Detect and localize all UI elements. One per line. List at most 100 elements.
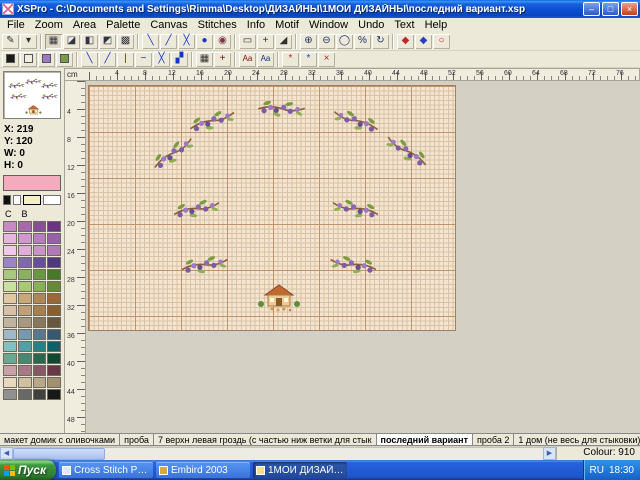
palette-swatch[interactable]: [47, 305, 61, 316]
design-canvas[interactable]: [88, 85, 456, 331]
quick-color-swatch[interactable]: [43, 195, 61, 205]
recent-color-4[interactable]: [56, 52, 73, 67]
title-bar[interactable]: XSPro - C:\Documents and Settings\Rimma\…: [0, 0, 640, 18]
palette-swatch[interactable]: [33, 257, 47, 268]
palette-swatch[interactable]: [47, 389, 61, 400]
palette-swatch[interactable]: [33, 341, 47, 352]
palette-swatch[interactable]: [18, 233, 32, 244]
taskbar-task[interactable]: Cross Stitch Pro...: [59, 462, 153, 478]
select-tool[interactable]: ▭: [239, 34, 256, 49]
selected-color-swatch[interactable]: [3, 175, 61, 191]
palette-swatch[interactable]: [18, 377, 32, 388]
palette-swatch[interactable]: [3, 377, 17, 388]
palette-swatch[interactable]: [3, 317, 17, 328]
palette-swatch[interactable]: [47, 317, 61, 328]
center-view-button[interactable]: +: [214, 52, 231, 67]
delete-color-button[interactable]: ×: [318, 52, 335, 67]
palette-swatch[interactable]: [3, 221, 17, 232]
move-tool[interactable]: +: [257, 34, 274, 49]
quick-color-swatch[interactable]: [3, 195, 11, 205]
recent-color-1[interactable]: [2, 52, 19, 67]
app-icon[interactable]: [2, 3, 14, 15]
thread-blue-icon[interactable]: ◆: [415, 34, 432, 49]
pattern-tab-2[interactable]: проба: [119, 433, 154, 446]
bead-tool[interactable]: ◉: [214, 34, 231, 49]
menu-stitches[interactable]: Stitches: [193, 19, 242, 31]
menu-info[interactable]: Info: [242, 19, 270, 31]
palette-swatch[interactable]: [3, 341, 17, 352]
palette-swatch[interactable]: [3, 233, 17, 244]
pattern-tab-5[interactable]: проба 2: [472, 433, 514, 446]
pencil-tool[interactable]: ✎: [2, 34, 19, 49]
palette-swatch[interactable]: [3, 257, 17, 268]
knot-blue-icon[interactable]: *: [300, 52, 317, 67]
scrollbar-track[interactable]: [13, 447, 543, 460]
menu-zoom[interactable]: Zoom: [30, 19, 68, 31]
zoom-percent-tool[interactable]: %: [354, 34, 371, 49]
french-knot-tool[interactable]: ●: [196, 34, 213, 49]
palette-swatch[interactable]: [33, 221, 47, 232]
palette-swatch[interactable]: [3, 389, 17, 400]
palette-swatch[interactable]: [47, 245, 61, 256]
palette-swatch[interactable]: [3, 293, 17, 304]
menu-palette[interactable]: Palette: [101, 19, 145, 31]
palette-swatch[interactable]: [3, 245, 17, 256]
palette-swatch[interactable]: [33, 293, 47, 304]
fill-tool[interactable]: ◢: [275, 34, 292, 49]
quarter-stitch-tool[interactable]: ◧: [81, 34, 98, 49]
grid-toggle-button[interactable]: ▦: [196, 52, 213, 67]
palette-swatch[interactable]: [47, 377, 61, 388]
palette-swatch[interactable]: [33, 389, 47, 400]
palette-swatch[interactable]: [47, 233, 61, 244]
palette-swatch[interactable]: [3, 353, 17, 364]
menu-file[interactable]: File: [2, 19, 30, 31]
palette-swatch[interactable]: [18, 245, 32, 256]
close-button[interactable]: ×: [621, 2, 638, 16]
palette-swatch[interactable]: [47, 257, 61, 268]
palette-swatch[interactable]: [33, 317, 47, 328]
palette-swatch[interactable]: [33, 377, 47, 388]
taskbar-task[interactable]: 1МОИ ДИЗАЙНЫ: [253, 462, 347, 478]
half-stitch-tool[interactable]: ◪: [63, 34, 80, 49]
palette-swatch[interactable]: [33, 233, 47, 244]
palette-swatch[interactable]: [3, 365, 17, 376]
palette-swatch[interactable]: [47, 293, 61, 304]
palette-swatch[interactable]: [3, 329, 17, 340]
stitch-vertical-icon[interactable]: |: [117, 52, 134, 67]
taskbar-task[interactable]: Embird 2003: [156, 462, 250, 478]
zoom-out-tool[interactable]: ⊖: [318, 34, 335, 49]
palette-swatch[interactable]: [33, 305, 47, 316]
palette-swatch[interactable]: [3, 281, 17, 292]
palette-swatch[interactable]: [18, 269, 32, 280]
pattern-tab-4[interactable]: последний вариант: [376, 433, 473, 446]
menu-help[interactable]: Help: [420, 19, 453, 31]
palette-swatch[interactable]: [47, 353, 61, 364]
palette-swatch[interactable]: [33, 281, 47, 292]
palette-swatch[interactable]: [47, 221, 61, 232]
palette-swatch[interactable]: [18, 353, 32, 364]
redraw-button[interactable]: ↻: [372, 34, 389, 49]
three-quarter-stitch-tool[interactable]: ◩: [99, 34, 116, 49]
palette-swatch[interactable]: [18, 305, 32, 316]
font-large-button[interactable]: Aa: [239, 52, 256, 67]
maximize-button[interactable]: □: [602, 2, 619, 16]
backstitch-diagonal-tool[interactable]: ╱: [160, 34, 177, 49]
petite-stitch-tool[interactable]: ▩: [117, 34, 134, 49]
scrollbar-thumb[interactable]: [13, 448, 105, 460]
palette-swatch[interactable]: [18, 257, 32, 268]
stitch-angle-up-icon[interactable]: ╱: [99, 52, 116, 67]
palette-swatch[interactable]: [3, 269, 17, 280]
menu-canvas[interactable]: Canvas: [145, 19, 192, 31]
palette-swatch[interactable]: [33, 269, 47, 280]
palette-swatch[interactable]: [47, 341, 61, 352]
palette-swatch[interactable]: [33, 365, 47, 376]
palette-swatch[interactable]: [18, 365, 32, 376]
palette-swatch[interactable]: [18, 221, 32, 232]
full-stitch-tool[interactable]: ▦: [45, 34, 62, 49]
no-thread-icon[interactable]: ○: [433, 34, 450, 49]
palette-swatch[interactable]: [18, 293, 32, 304]
stitch-horizontal-icon[interactable]: −: [135, 52, 152, 67]
palette-swatch[interactable]: [3, 305, 17, 316]
palette-swatch[interactable]: [47, 269, 61, 280]
thread-red-icon[interactable]: ◆: [397, 34, 414, 49]
